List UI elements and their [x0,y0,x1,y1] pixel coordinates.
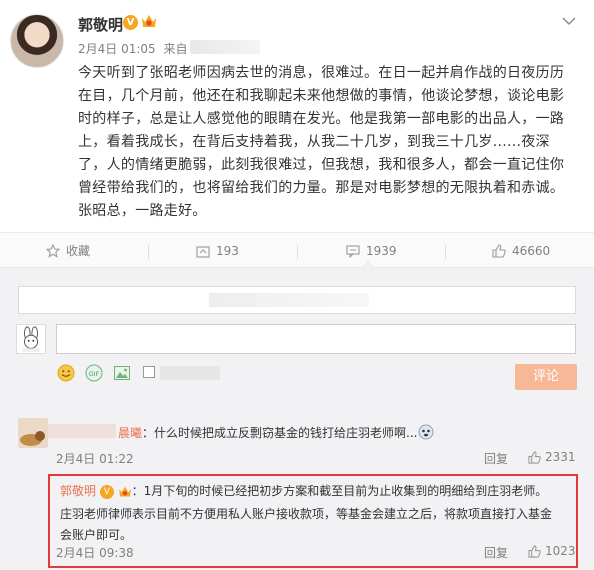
emoji-sticker-icon [418,424,434,440]
reply-reply-button[interactable]: 回复 [484,544,508,561]
post-date[interactable]: 2月4日 01:05 [78,42,156,56]
repost-icon [196,246,210,258]
thumbs-up-icon [492,244,506,258]
also-repost-checkbox[interactable] [143,366,155,378]
blurred-source [190,40,260,54]
member-crown-icon [142,15,156,27]
caret-up-icon [362,260,374,268]
commenter-avatar[interactable] [18,418,48,448]
thumbs-up-icon [528,544,541,558]
reply-line-1: 郭敬明 V ：1月下旬的时候已经把初步方案和截至目前为止收集到的明细给到庄羽老师… [60,481,547,502]
comment-section: GIF 评论 晨曦：什么时候把成立反剽窃基金的钱打给庄羽老师啊... 2月4日 … [0,260,594,570]
svg-text:GIF: GIF [89,370,100,378]
verified-badge-icon: V [99,484,114,499]
reply-button[interactable]: 回复 [484,450,508,467]
blurred-label [160,366,220,380]
repost-count: 193 [216,244,239,258]
gif-icon[interactable]: GIF [85,364,103,382]
like-count: 46660 [512,244,551,258]
reply-like-button[interactable]: 1023 [528,544,576,558]
author-avatar[interactable] [10,14,64,68]
star-icon [46,244,60,258]
action-bar: 收藏 193 1939 46660 [0,232,594,268]
comment-body: ：什么时候把成立反剽窃基金的钱打给庄羽老师啊... [142,426,418,440]
chevron-down-icon[interactable] [562,16,576,26]
like-button[interactable]: 46660 [492,233,550,269]
member-crown-icon [118,486,131,497]
reply-text-1: ：1月下旬的时候已经把初步方案和截至目前为止收集到的明细给到庄羽老师。 [131,484,548,498]
divider [148,245,149,259]
author-name[interactable]: 郭敬明 [78,14,123,35]
image-icon[interactable] [113,364,131,382]
post-body: 今天听到了张昭老师因病去世的消息，很难过。在日一起并肩作战的日夜历历在目，几个月… [78,65,565,219]
reply-author-name[interactable]: 郭敬明 [60,484,96,498]
comment-like-button[interactable]: 2331 [528,450,576,464]
reply-line-2: 庄羽老师律师表示目前不方便用私人账户接收款项，等基金会建立之后，将款项直接打入基… [60,507,553,521]
blurred-content [209,293,369,307]
reply-line-3: 会账户即可。 [60,528,133,542]
comment-time: 2月4日 01:22 [56,452,134,466]
reply-like-count: 1023 [545,544,576,558]
blurred-username [48,424,116,438]
verified-badge-icon: V [123,15,138,30]
repost-button[interactable]: 193 [196,233,239,269]
favorite-button[interactable]: 收藏 [46,233,90,269]
submit-comment-button[interactable]: 评论 [515,364,577,390]
commenter-name[interactable]: 晨曦 [118,426,142,440]
reply-time: 2月4日 09:38 [56,546,134,560]
emoji-icon[interactable] [57,364,75,382]
favorite-label: 收藏 [66,244,91,258]
comment-input[interactable] [56,324,576,354]
comment-like-count: 2331 [545,450,576,464]
thumbs-up-icon [528,450,541,464]
comment-icon [346,245,360,258]
comment-text: 晨曦：什么时候把成立反剽窃基金的钱打给庄羽老师啊... [118,424,417,441]
divider [445,245,446,259]
user-avatar[interactable] [16,324,46,354]
divider [297,245,298,259]
post-meta: 2月4日 01:05 来自 iF [78,40,206,57]
forward-preview-bar[interactable] [18,286,576,314]
